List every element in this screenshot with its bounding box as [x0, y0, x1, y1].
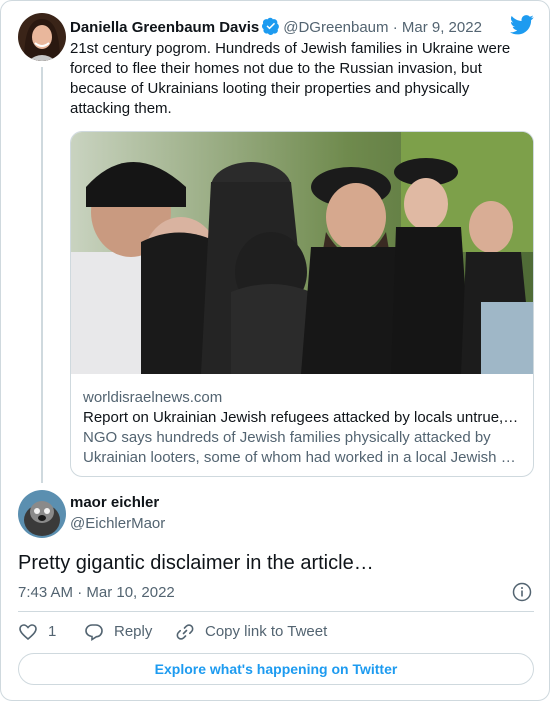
copy-link-label: Copy link to Tweet: [205, 623, 328, 640]
explore-twitter-button[interactable]: Explore what's happening on Twitter: [18, 653, 534, 685]
link-domain: worldisraelnews.com: [83, 389, 223, 406]
like-button[interactable]: 1: [18, 622, 56, 642]
link-description: NGO says hundreds of Jewish families phy…: [83, 428, 523, 468]
link-description-line: NGO says hundreds of Jewish families phy…: [83, 429, 491, 446]
author-name[interactable]: maor eichler: [70, 493, 159, 513]
tweet-timestamp[interactable]: 7:43 AM · Mar 10, 2022: [18, 583, 175, 603]
tweet-text: Pretty gigantic disclaimer in the articl…: [18, 552, 374, 574]
author-handle[interactable]: @DGreenbaum: [283, 19, 388, 36]
link-preview-meta: worldisraelnews.com Report on Ukrainian …: [83, 388, 523, 468]
link-preview-image: [71, 132, 533, 374]
separator-dot: ·: [392, 19, 398, 36]
reply-button[interactable]: Reply: [84, 622, 152, 642]
link-description-line: Ukrainian looters, some of whom had work…: [83, 449, 516, 466]
embedded-tweet-card: Daniella Greenbaum Davis @DGreenbaum · M…: [0, 0, 550, 701]
avatar[interactable]: [18, 13, 66, 61]
divider: [18, 611, 534, 612]
copy-link-button[interactable]: Copy link to Tweet: [175, 622, 327, 642]
info-icon[interactable]: [512, 582, 532, 602]
link-title: Report on Ukrainian Jewish refugees atta…: [83, 409, 519, 426]
tweet-text: 21st century pogrom. Hundreds of Jewish …: [70, 40, 511, 117]
author-name[interactable]: Daniella Greenbaum Davis: [70, 19, 259, 36]
reply-bubble-icon: [85, 624, 103, 641]
link-preview-card[interactable]: worldisraelnews.com Report on Ukrainian …: [70, 131, 534, 477]
reply-label: Reply: [114, 623, 153, 640]
twitter-bird-icon[interactable]: [510, 15, 534, 35]
link-icon: [176, 624, 194, 640]
verified-badge-icon: [262, 17, 280, 35]
avatar-photo: [18, 490, 66, 538]
heart-icon: [19, 624, 37, 641]
tweet-header: Daniella Greenbaum Davis @DGreenbaum · M…: [70, 17, 482, 38]
thread-connector-line: [41, 67, 43, 483]
avatar[interactable]: [18, 490, 66, 538]
like-count: 1: [48, 623, 57, 640]
author-handle[interactable]: @EichlerMaor: [70, 514, 165, 534]
tweet-date[interactable]: Mar 9, 2022: [402, 19, 482, 36]
avatar-photo: [18, 13, 66, 61]
